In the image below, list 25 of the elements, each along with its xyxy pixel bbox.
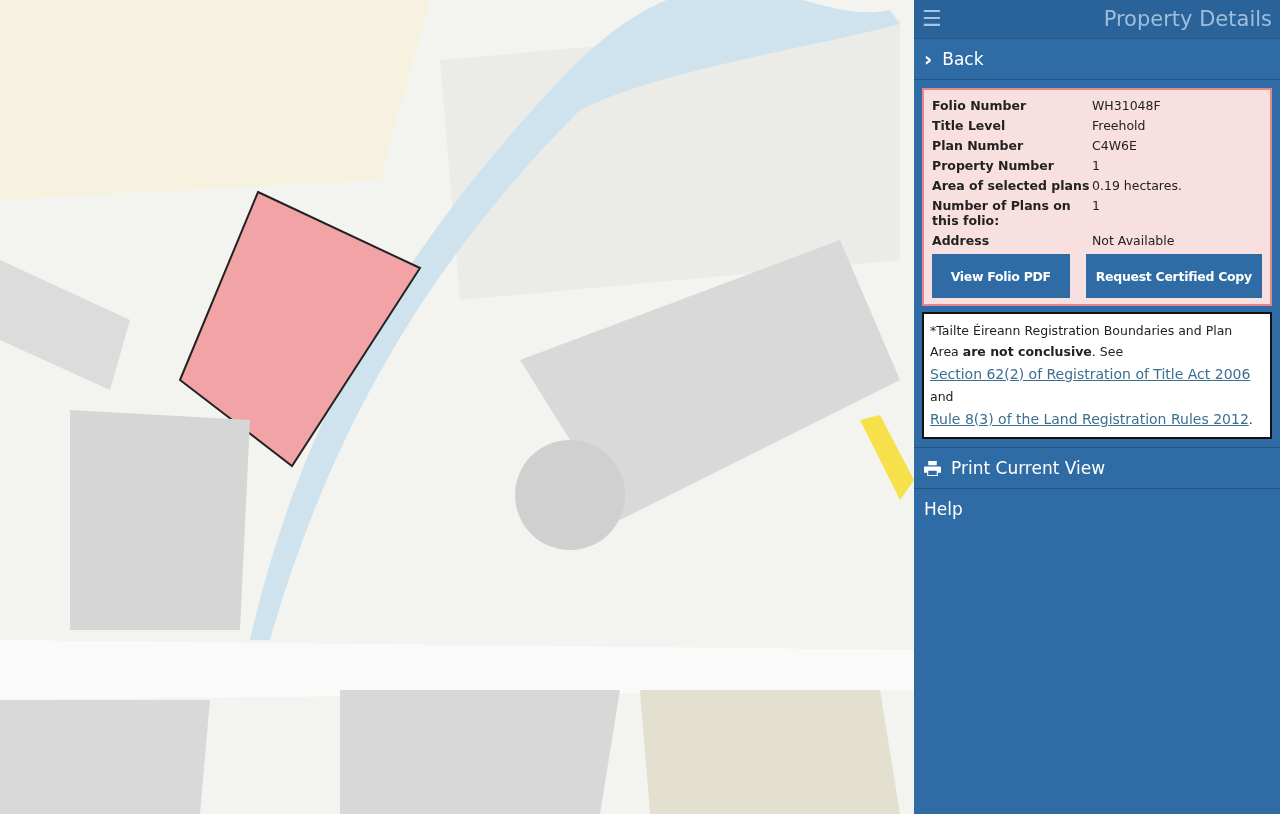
back-link[interactable]: › Back [914, 39, 1280, 80]
menu-icon[interactable]: ☰ [922, 8, 942, 30]
field-label: Number of Plans on this folio: [932, 198, 1072, 228]
rules-link[interactable]: Section 62(2) of Registration of Title Act 2006 [930, 365, 1251, 382]
printer-icon [924, 460, 941, 476]
action-button[interactable]: View Folio PDF [932, 254, 1070, 298]
action-button[interactable]: Request Certified Copy [1085, 254, 1262, 298]
field-value: C4W6E [1092, 138, 1138, 153]
field-label: Folio Number [932, 98, 1028, 113]
rules-link[interactable]: Rule 8(3) of the Land Registration Rules 2012 [930, 410, 1249, 427]
field-value: Freehold [1092, 118, 1147, 133]
menu-item[interactable]: Print Current View [914, 448, 1280, 490]
menu-item[interactable]: Help [914, 489, 1280, 530]
field-value: WH31048F [1092, 98, 1162, 113]
field-label: Address [932, 233, 991, 248]
field-value: Not Available [1092, 233, 1176, 248]
field-label: Plan Number [932, 138, 1025, 153]
field-value: 1 [1092, 158, 1101, 173]
field-label: Title Level [932, 118, 1007, 133]
disclaimer-text: *Tailte Éireann Registration Boundaries and Plan Area are not conclusive. See Section 62(2) of Registration of Title Act 2006 and Rule 8(3) of the Land Registration Rules 2012. [922, 312, 1272, 440]
field-value: 1 [1092, 198, 1101, 215]
field-label: Property Number [932, 158, 1055, 173]
panel-title: Property Details [1103, 7, 1272, 31]
field-value: 0.19 hectares. [1092, 178, 1183, 193]
field-label: Area of selected plans [932, 178, 1091, 193]
